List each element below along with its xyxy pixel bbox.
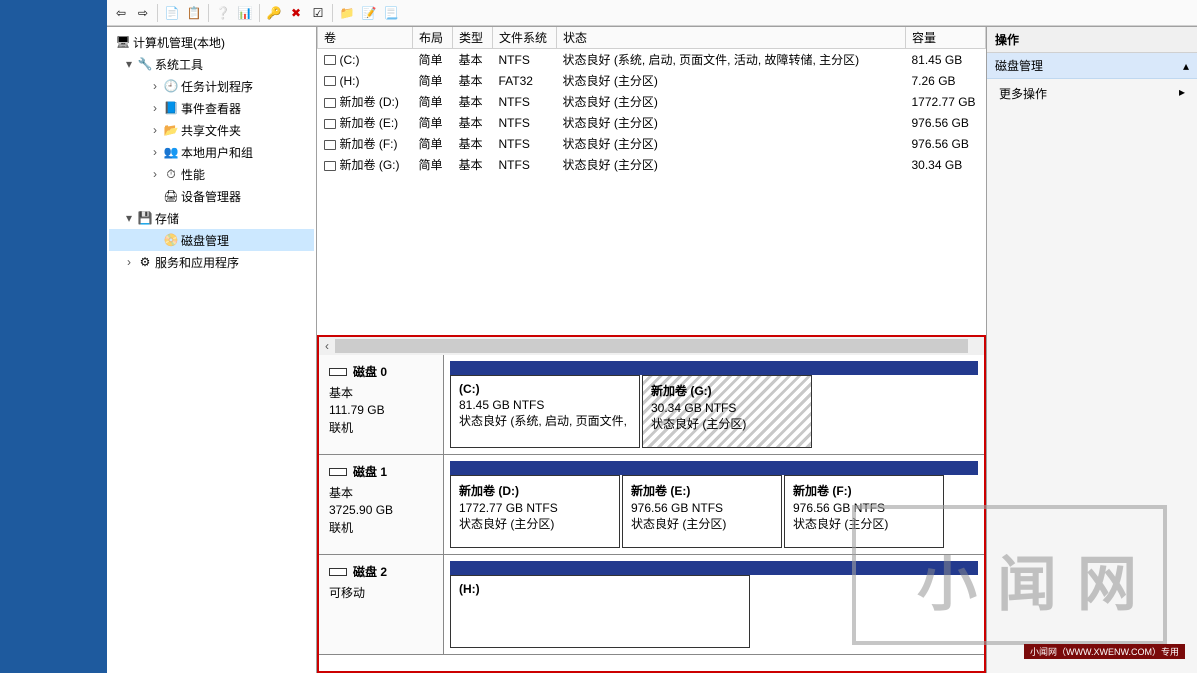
actions-title: 操作	[987, 27, 1197, 53]
disk-icon	[329, 568, 347, 576]
tree-local-users[interactable]: ›👥本地用户和组	[109, 141, 314, 163]
nav-tree: 🖥计算机管理(本地) ▾🔧系统工具 ›🕘任务计划程序 ›📘事件查看器 ›📂共享文…	[107, 27, 317, 673]
table-row[interactable]: (C:)简单基本NTFS状态良好 (系统, 启动, 页面文件, 活动, 故障转储…	[318, 49, 986, 71]
tb-icon-1[interactable]: 📄	[162, 3, 182, 23]
volume-icon	[324, 140, 336, 150]
volume-icon	[324, 76, 336, 86]
table-row[interactable]: 新加卷 (D:)简单基本NTFS状态良好 (主分区)1772.77 GB	[318, 91, 986, 112]
tb-icon-4[interactable]: 🔑	[264, 3, 284, 23]
volume-icon	[324, 98, 336, 108]
delete-icon[interactable]: ✖	[286, 3, 306, 23]
tree-root[interactable]: 🖥计算机管理(本地)	[109, 31, 314, 53]
chevron-right-icon: ▸	[1179, 85, 1185, 102]
tree-device-mgr[interactable]: 🖨设备管理器	[109, 185, 314, 207]
volume-list: 卷 布局 类型 文件系统 状态 容量 (C:)简单基本NTFS状态良好 (系统,…	[317, 27, 986, 335]
tree-shared-folders[interactable]: ›📂共享文件夹	[109, 119, 314, 141]
partition[interactable]: (H:)	[450, 575, 750, 648]
volume-icon	[324, 55, 336, 65]
tree-system-tools[interactable]: ▾🔧系统工具	[109, 53, 314, 75]
table-row[interactable]: (H:)简单基本FAT32状态良好 (主分区)7.26 GB	[318, 70, 986, 91]
partition[interactable]: 新加卷 (G:)30.34 GB NTFS状态良好 (主分区)	[642, 375, 812, 448]
tb-icon-5[interactable]: ☑	[308, 3, 328, 23]
tree-services[interactable]: ›⚙服务和应用程序	[109, 251, 314, 273]
volume-icon	[324, 119, 336, 129]
scroll-left-button[interactable]: ‹	[319, 339, 335, 353]
table-row[interactable]: 新加卷 (G:)简单基本NTFS状态良好 (主分区)30.34 GB	[318, 154, 986, 175]
scrollbar-horizontal[interactable]	[335, 339, 968, 353]
partition[interactable]: (C:)81.45 GB NTFS状态良好 (系统, 启动, 页面文件,	[450, 375, 640, 448]
actions-section[interactable]: 磁盘管理▴	[987, 53, 1197, 79]
disk-map: ‹ 磁盘 0基本111.79 GB联机(C:)81.45 GB NTFS状态良好…	[317, 335, 986, 673]
back-button[interactable]: ⇦	[111, 3, 131, 23]
col-type[interactable]: 类型	[453, 27, 493, 49]
disk-row: 磁盘 1基本3725.90 GB联机新加卷 (D:)1772.77 GB NTF…	[319, 455, 984, 555]
col-fs[interactable]: 文件系统	[493, 27, 557, 49]
table-row[interactable]: 新加卷 (E:)简单基本NTFS状态良好 (主分区)976.56 GB	[318, 112, 986, 133]
disk-row: 磁盘 0基本111.79 GB联机(C:)81.45 GB NTFS状态良好 (…	[319, 355, 984, 455]
tree-task-scheduler[interactable]: ›🕘任务计划程序	[109, 75, 314, 97]
col-layout[interactable]: 布局	[413, 27, 453, 49]
tree-performance[interactable]: ›⏱性能	[109, 163, 314, 185]
tree-storage[interactable]: ▾💾存储	[109, 207, 314, 229]
more-actions[interactable]: 更多操作▸	[987, 79, 1197, 108]
tb-icon-6[interactable]: 📁	[337, 3, 357, 23]
table-row[interactable]: 新加卷 (F:)简单基本NTFS状态良好 (主分区)976.56 GB	[318, 133, 986, 154]
volume-icon	[324, 161, 336, 171]
col-capacity[interactable]: 容量	[906, 27, 986, 49]
partition[interactable]: 新加卷 (F:)976.56 GB NTFS状态良好 (主分区)	[784, 475, 944, 548]
disk-row: 磁盘 2可移动(H:)	[319, 555, 984, 655]
col-volume[interactable]: 卷	[318, 27, 413, 49]
tb-icon-2[interactable]: 📋	[184, 3, 204, 23]
help-icon[interactable]: ❔	[213, 3, 233, 23]
disk-icon	[329, 468, 347, 476]
tree-disk-mgmt[interactable]: 📀磁盘管理	[109, 229, 314, 251]
actions-panel: 操作 磁盘管理▴ 更多操作▸	[987, 27, 1197, 673]
tree-event-viewer[interactable]: ›📘事件查看器	[109, 97, 314, 119]
disk-icon	[329, 368, 347, 376]
tb-icon-3[interactable]: 📊	[235, 3, 255, 23]
col-status[interactable]: 状态	[557, 27, 906, 49]
tb-icon-7[interactable]: 📝	[359, 3, 379, 23]
collapse-icon: ▴	[1183, 59, 1189, 73]
tb-icon-8[interactable]: 📃	[381, 3, 401, 23]
partition[interactable]: 新加卷 (E:)976.56 GB NTFS状态良好 (主分区)	[622, 475, 782, 548]
toolbar: ⇦ ⇨ 📄 📋 ❔ 📊 🔑 ✖ ☑ 📁 📝 📃	[107, 0, 1197, 26]
forward-button[interactable]: ⇨	[133, 3, 153, 23]
partition[interactable]: 新加卷 (D:)1772.77 GB NTFS状态良好 (主分区)	[450, 475, 620, 548]
